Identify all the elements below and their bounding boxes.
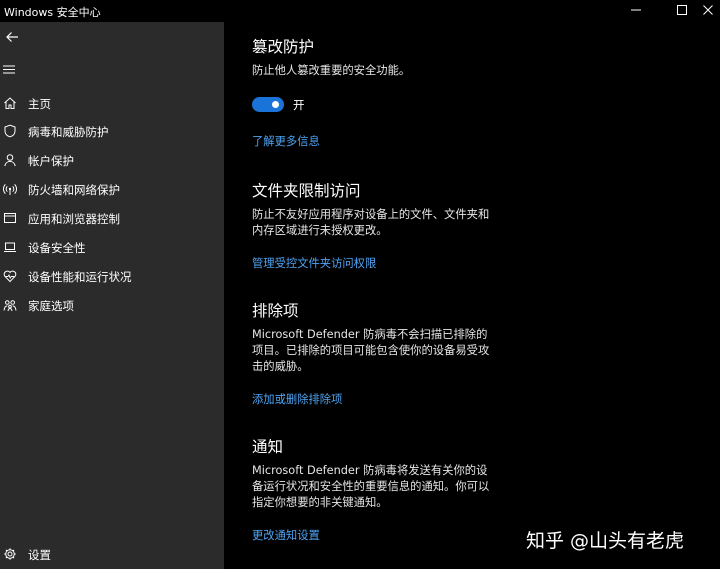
- sidebar-item-label: 设备性能和运行状况: [28, 270, 132, 284]
- back-arrow-icon: [6, 32, 18, 42]
- sidebar-item-label: 家庭选项: [28, 299, 74, 313]
- app-window-icon: [2, 210, 18, 226]
- person-icon: [2, 152, 18, 168]
- sidebar: 主页 病毒和威胁防护 帐户保护 防火墙和网络保护 应用和浏览器控制 设备安全性 …: [0, 0, 224, 569]
- sidebar-item-label: 主页: [28, 97, 51, 111]
- watermark-text: 知乎 @山头有老虎: [526, 530, 685, 552]
- maximize-icon: [677, 5, 687, 15]
- sidebar-item-app-browser-control[interactable]: 应用和浏览器控制: [0, 205, 224, 231]
- sidebar-item-account-protection[interactable]: 帐户保护: [0, 147, 224, 173]
- tamper-protection-section: 篡改防护 防止他人篡改重要的安全功能。: [252, 37, 492, 79]
- add-remove-exclusions-link[interactable]: 添加或删除排除项: [252, 393, 342, 406]
- toggle-knob: [272, 101, 279, 108]
- gear-icon: [2, 546, 18, 562]
- sidebar-item-label: 防火墙和网络保护: [28, 183, 120, 197]
- home-icon: [2, 95, 18, 111]
- section-description: 防止不友好应用程序对设备上的文件、文件夹和内存区域进行未授权更改。: [252, 208, 490, 237]
- tamper-protection-toggle[interactable]: [252, 97, 284, 112]
- security-center-window: 主页 病毒和威胁防护 帐户保护 防火墙和网络保护 应用和浏览器控制 设备安全性 …: [0, 0, 720, 569]
- sidebar-item-family-options[interactable]: 家庭选项: [0, 292, 224, 318]
- section-title: 篡改防护: [252, 38, 315, 56]
- minimize-button[interactable]: [618, 0, 654, 20]
- laptop-icon: [2, 239, 18, 255]
- title-bar: Windows 安全中心: [0, 0, 720, 22]
- toggle-state-label: 开: [293, 98, 305, 112]
- sidebar-item-label: 设置: [28, 548, 51, 562]
- minimize-icon: [631, 9, 641, 11]
- sidebar-item-firewall[interactable]: 防火墙和网络保护: [0, 176, 224, 202]
- notifications-section: 通知 Microsoft Defender 防病毒将发送有关你的设备运行状况和安…: [252, 437, 492, 544]
- hamburger-icon: [3, 65, 15, 73]
- window-title: Windows 安全中心: [4, 6, 101, 19]
- heart-icon: [2, 268, 18, 284]
- shield-icon: [2, 123, 18, 139]
- sidebar-item-label: 应用和浏览器控制: [28, 212, 120, 226]
- close-button[interactable]: [690, 0, 720, 20]
- change-notification-settings-link[interactable]: 更改通知设置: [252, 529, 320, 542]
- section-description: Microsoft Defender 防病毒不会扫描已排除的项目。已排除的项目可…: [252, 328, 490, 373]
- family-icon: [2, 297, 18, 313]
- wifi-antenna-icon: [2, 181, 18, 197]
- sidebar-item-settings[interactable]: 设置: [0, 541, 224, 567]
- sidebar-item-virus-protection[interactable]: 病毒和威胁防护: [0, 118, 224, 144]
- sidebar-item-label: 帐户保护: [28, 154, 74, 168]
- section-description: 防止他人篡改重要的安全功能。: [252, 64, 411, 77]
- menu-button[interactable]: [0, 58, 18, 80]
- close-icon: [703, 5, 713, 15]
- sidebar-item-label: 设备安全性: [28, 241, 86, 255]
- sidebar-item-device-security[interactable]: 设备安全性: [0, 234, 224, 260]
- section-title: 文件夹限制访问: [252, 182, 361, 200]
- controlled-folder-section: 文件夹限制访问 防止不友好应用程序对设备上的文件、文件夹和内存区域进行未授权更改…: [252, 181, 492, 272]
- sidebar-item-home[interactable]: 主页: [0, 90, 224, 116]
- sidebar-item-device-performance[interactable]: 设备性能和运行状况: [0, 263, 224, 289]
- section-title: 排除项: [252, 302, 299, 320]
- exclusions-section: 排除项 Microsoft Defender 防病毒不会扫描已排除的项目。已排除…: [252, 301, 492, 408]
- main-content: 篡改防护 防止他人篡改重要的安全功能。 开 了解更多信息 文件夹限制访问 防止不…: [252, 0, 712, 569]
- back-button[interactable]: [0, 26, 24, 48]
- learn-more-link[interactable]: 了解更多信息: [252, 135, 320, 148]
- manage-folder-access-link[interactable]: 管理受控文件夹访问权限: [252, 257, 376, 270]
- section-description: Microsoft Defender 防病毒将发送有关你的设备运行状况和安全性的…: [252, 464, 490, 509]
- section-title: 通知: [252, 438, 284, 456]
- tamper-link-wrap: 了解更多信息: [252, 130, 492, 150]
- sidebar-item-label: 病毒和威胁防护: [28, 125, 109, 139]
